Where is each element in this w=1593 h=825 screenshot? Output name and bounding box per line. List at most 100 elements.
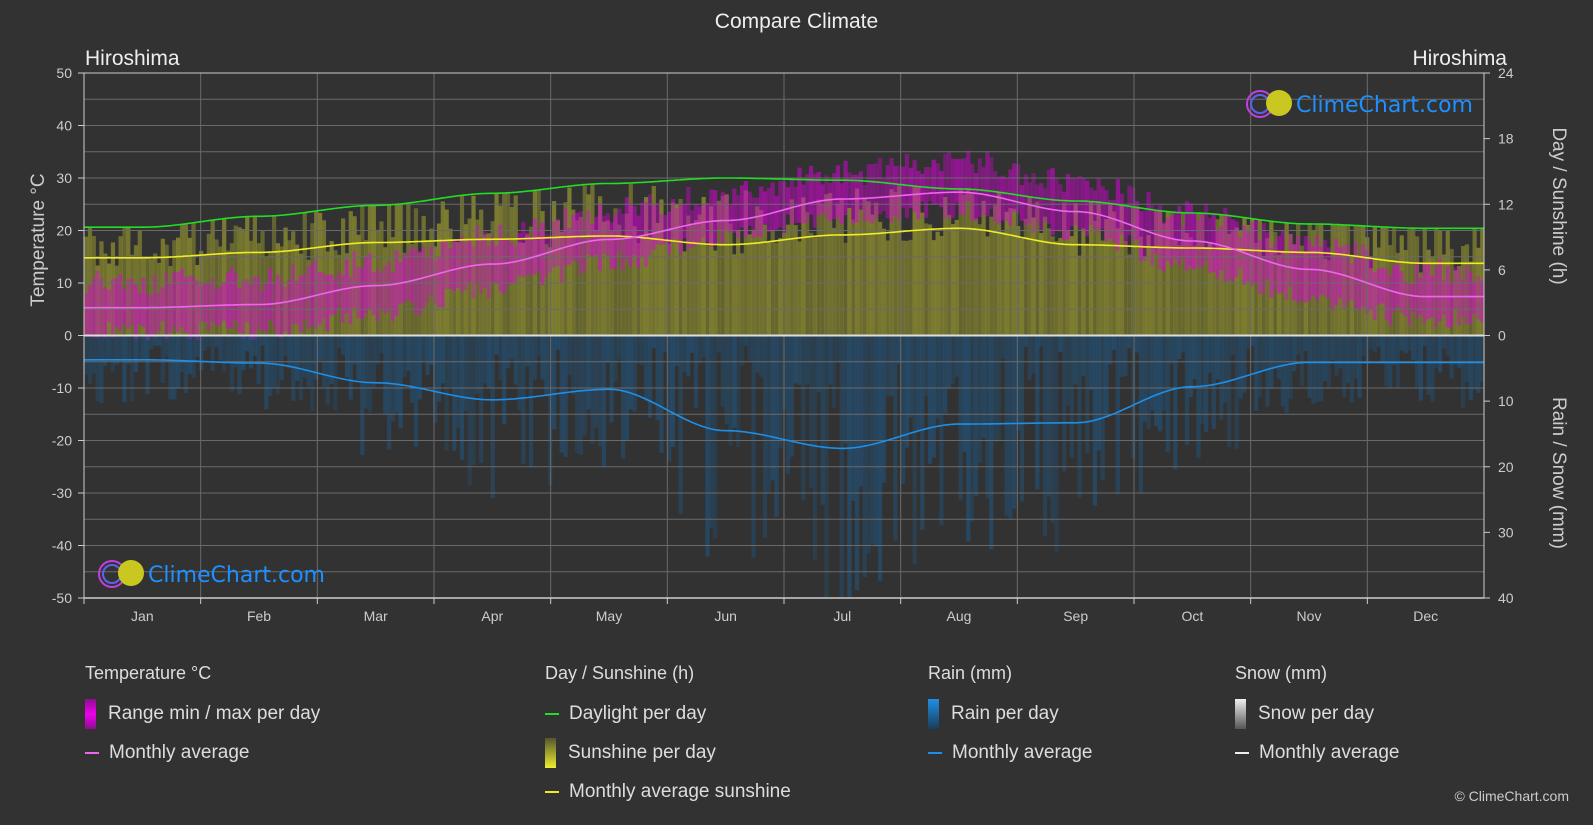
rain-day-bar: [858, 335, 864, 487]
rain-day-bar: [759, 335, 764, 377]
temp-range-day-bar: [360, 267, 365, 320]
sunshine-day-bar: [739, 253, 745, 336]
temp-range-day-bar: [160, 286, 165, 322]
temp-range-day-bar: [651, 205, 656, 250]
temp-range-day-bar: [1058, 184, 1063, 232]
rain-day-bar: [321, 335, 327, 387]
rain-day-bar: [521, 335, 526, 464]
rain-day-bar: [816, 335, 821, 393]
rain-day-bar: [843, 335, 848, 444]
rain-day-bar: [317, 335, 323, 361]
sunshine-day-bar: [908, 239, 913, 336]
temp-range-day-bar: [176, 271, 181, 333]
rain-day-bar: [394, 335, 399, 413]
rain-day-bar: [360, 335, 365, 455]
rain-day-bar: [164, 335, 169, 357]
temp-range-day-bar: [943, 153, 948, 219]
sunshine-day-bar: [847, 207, 852, 336]
sunshine-day-bar: [1127, 254, 1132, 336]
rain-day-bar: [563, 335, 568, 457]
sunshine-day-bar: [973, 218, 979, 336]
rain-day-bar: [1372, 335, 1378, 353]
rain-day-bar: [375, 335, 380, 365]
temp-range-day-bar: [835, 165, 841, 219]
legend-label: Daylight per day: [569, 703, 707, 724]
rain-day-bar: [1042, 335, 1048, 537]
temp-range-day-bar: [874, 163, 879, 219]
rain-day-bar: [390, 335, 396, 422]
temp-range-day-bar: [126, 279, 131, 330]
sunshine-day-bar: [947, 214, 952, 336]
rain-day-bar: [482, 335, 488, 384]
rain-day-bar: [471, 335, 476, 465]
temp-range-day-bar: [820, 184, 825, 213]
rain-day-bar: [1227, 335, 1232, 447]
rain-day-bar: [981, 335, 986, 438]
x-tick-label: Feb: [247, 608, 271, 624]
right-bottom-tick-label: 40: [1498, 590, 1514, 606]
temp-range-day-bar: [736, 195, 741, 239]
rain-day-bar: [647, 335, 653, 418]
temp-range-day-bar: [179, 268, 185, 328]
temp-range-day-bar: [387, 261, 392, 312]
temp-range-day-bar: [344, 259, 350, 314]
rain-day-bar: [1039, 335, 1044, 347]
temp-range-day-bar: [709, 189, 714, 248]
temp-range-day-bar: [1315, 235, 1320, 301]
temp-range-day-bar: [114, 278, 119, 328]
rain-day-bar: [1115, 335, 1121, 495]
temp-range-day-bar: [1169, 216, 1174, 266]
temp-range-day-bar: [352, 251, 357, 308]
rain-day-bar: [1296, 335, 1301, 356]
legend-heading: Temperature °C: [85, 663, 212, 683]
rain-day-bar: [1127, 335, 1132, 349]
temp-range-day-bar: [475, 225, 480, 285]
legend-item-sunshine: Sunshine per day: [545, 738, 791, 768]
temp-range-day-bar: [805, 174, 810, 224]
sunshine-day-bar: [778, 238, 783, 336]
sunshine-day-bar: [797, 241, 802, 336]
rain-day-bar: [1065, 335, 1071, 406]
rain-day-bar: [597, 335, 603, 447]
right-top-tick-label: 6: [1498, 262, 1506, 278]
rain-day-bar: [1449, 335, 1454, 379]
temp-range-day-bar: [1131, 187, 1136, 242]
rain-day-bar: [640, 335, 645, 365]
legend-label: Sunshine per day: [568, 742, 716, 763]
sunshine-day-bar: [835, 204, 841, 336]
sunshine-day-bar: [663, 239, 668, 336]
watermark-text: ClimeChart.com: [1296, 93, 1473, 118]
temp-range-day-bar: [893, 166, 898, 216]
sunshine-day-bar: [820, 204, 825, 336]
temp-range-day-bar: [812, 173, 818, 228]
rain-day-bar: [1169, 335, 1174, 364]
temp-range-day-bar: [1023, 174, 1028, 226]
rain-day-bar: [229, 335, 234, 392]
temp-range-day-bar: [252, 276, 258, 340]
temp-range-day-bar: [210, 278, 215, 322]
sunshine-day-bar: [1046, 228, 1051, 336]
temp-range-day-bar: [785, 187, 791, 215]
sunshine-day-bar: [1092, 220, 1098, 336]
rain-day-bar: [252, 335, 258, 356]
legend-label: Snow per day: [1258, 703, 1375, 724]
logo-sun-icon: [118, 560, 144, 586]
temp-range-day-bar: [199, 285, 204, 322]
temp-range-day-bar: [1204, 203, 1209, 262]
temp-range-day-bar: [505, 236, 511, 287]
legend-sunshine: Day / Sunshine (h) Daylight per day Suns…: [545, 663, 791, 819]
temp-range-day-bar: [839, 183, 844, 225]
temp-range-day-bar: [1468, 271, 1473, 324]
rain-day-bar: [107, 335, 112, 360]
rain-day-bar: [854, 335, 860, 591]
watermark-text: ClimeChart.com: [148, 563, 325, 588]
rain-day-bar: [199, 335, 204, 371]
rain-day-bar: [1016, 335, 1021, 431]
rain-day-bar: [540, 335, 545, 380]
rain-day-bar: [874, 335, 879, 547]
temp-range-day-bar: [1395, 263, 1401, 307]
sunshine-day-bar: [1012, 208, 1017, 336]
rain-day-bar: [302, 335, 307, 378]
rain-day-bar: [1319, 335, 1324, 402]
temp-range-day-bar: [456, 241, 461, 289]
